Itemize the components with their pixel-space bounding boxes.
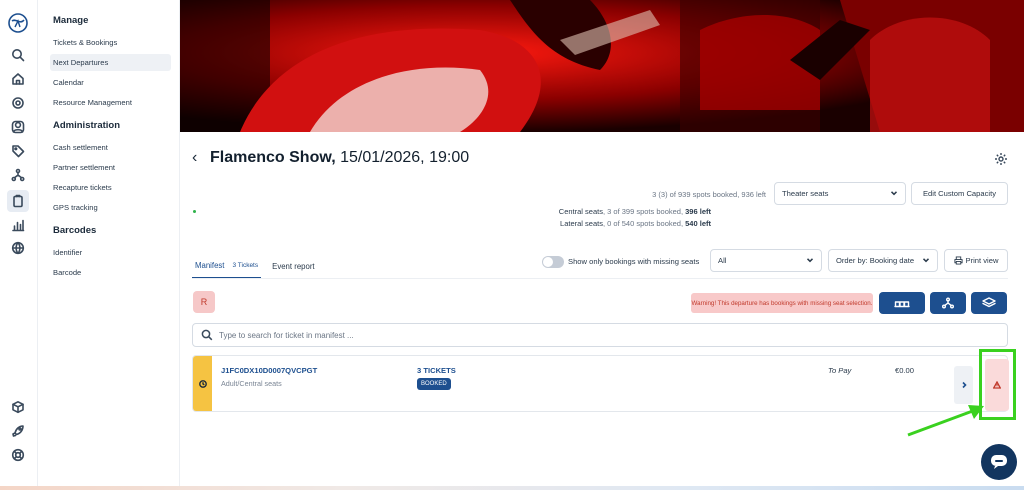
icon-rail bbox=[0, 0, 38, 490]
bottom-gradient-strip bbox=[0, 486, 1024, 490]
booking-description: Adult/Central seats bbox=[221, 379, 282, 388]
order-by-select[interactable]: Order by: Booking date bbox=[828, 249, 938, 272]
network-button[interactable] bbox=[930, 292, 966, 314]
manifest-search bbox=[192, 323, 1008, 347]
search-icon[interactable] bbox=[9, 46, 27, 64]
nav-item-barcode[interactable]: Barcode bbox=[50, 264, 171, 281]
box-icon[interactable] bbox=[9, 398, 27, 416]
missing-seats-toggle-label: Show only bookings with missing seats bbox=[568, 257, 700, 266]
edit-custom-capacity-button[interactable]: Edit Custom Capacity bbox=[911, 182, 1008, 205]
zone-central-name: Central seats bbox=[558, 207, 603, 216]
missing-seats-toggle[interactable] bbox=[542, 256, 564, 268]
clipboard-icon[interactable] bbox=[7, 190, 29, 212]
nav-item-calendar[interactable]: Calendar bbox=[50, 74, 171, 91]
search-icon bbox=[201, 329, 213, 341]
annotation-arrow bbox=[907, 405, 984, 437]
home-icon[interactable] bbox=[9, 70, 27, 88]
status-stripe bbox=[193, 356, 212, 411]
chat-launcher-button[interactable] bbox=[981, 444, 1017, 480]
missing-seats-warning: Warning! This departure has bookings wit… bbox=[691, 293, 873, 313]
page-title: Flamenco Show, 15/01/2026, 19:00 bbox=[210, 149, 469, 167]
zone-lateral-name: Lateral seats bbox=[560, 219, 603, 228]
booking-row[interactable]: J1FC0DX10D0007QVCPGT Adult/Central seats… bbox=[192, 355, 1009, 412]
chevron-down-icon bbox=[806, 256, 814, 264]
globe-icon[interactable] bbox=[9, 239, 27, 257]
nav-section-manage: Manage bbox=[53, 15, 89, 26]
status-badge: BOOKED bbox=[417, 378, 451, 390]
seat-map-select-value: Theater seats bbox=[782, 189, 829, 198]
gear-icon[interactable] bbox=[994, 152, 1008, 166]
page-header: ‹ Flamenco Show, 15/01/2026, 19:00 bbox=[192, 148, 469, 168]
nav-item-next-departures[interactable]: Next Departures bbox=[50, 54, 171, 71]
tab-manifest-count: 3 Tickets bbox=[232, 261, 259, 269]
toggle-knob bbox=[543, 257, 553, 267]
order-by-value: Order by: Booking date bbox=[836, 256, 915, 265]
chevron-down-icon bbox=[890, 189, 898, 197]
seat-map-select[interactable]: Theater seats bbox=[774, 182, 906, 205]
ticket-count[interactable]: 3 TICKETS bbox=[417, 366, 456, 375]
rocket-icon[interactable] bbox=[9, 422, 27, 440]
spots-summary: 3 (3) of 939 spots booked, 936 left bbox=[652, 190, 766, 199]
back-arrow-icon[interactable]: ‹ bbox=[192, 148, 204, 168]
page-title-event: Flamenco Show, bbox=[210, 149, 336, 166]
nav-section-administration: Administration bbox=[53, 120, 121, 131]
tab-manifest-label: Manifest bbox=[195, 260, 225, 270]
bar-chart-icon[interactable] bbox=[9, 216, 27, 234]
tag-icon[interactable] bbox=[9, 142, 27, 160]
status-filter-select[interactable]: All bbox=[710, 249, 822, 272]
clock-icon bbox=[198, 379, 207, 388]
zone-central-left: 396 left bbox=[685, 207, 711, 216]
status-filter-value: All bbox=[718, 256, 727, 265]
printer-icon bbox=[953, 256, 963, 265]
chat-icon bbox=[991, 455, 1007, 469]
status-dot bbox=[193, 210, 196, 213]
chevron-down-icon bbox=[922, 256, 930, 264]
booking-reference[interactable]: J1FC0DX10D0007QVCPGT bbox=[221, 366, 317, 375]
zone-lateral-seats: Lateral seats, 0 of 540 spots booked, 54… bbox=[560, 219, 711, 228]
payment-status: To Pay bbox=[828, 366, 852, 375]
nav-item-cash-settlement[interactable]: Cash settlement bbox=[50, 139, 171, 156]
nav-item-tickets-bookings[interactable]: Tickets & Bookings bbox=[50, 34, 171, 51]
nav-item-recapture-tickets[interactable]: Recapture tickets bbox=[50, 179, 171, 196]
zone-central-seats: Central seats, 3 of 399 spots booked, 39… bbox=[559, 207, 711, 216]
print-view-button[interactable]: Print view bbox=[944, 249, 1008, 272]
navigation-panel: Manage Tickets & Bookings Next Departure… bbox=[38, 0, 180, 490]
zone-central-booked: , 3 of 399 spots booked, bbox=[602, 207, 686, 216]
nav-item-resource-management[interactable]: Resource Management bbox=[50, 94, 171, 111]
layers-icon bbox=[982, 297, 996, 308]
tab-bar: Manifest 3 Tickets Event report bbox=[192, 253, 318, 279]
seats-icon bbox=[894, 301, 910, 308]
nav-item-identifier[interactable]: Identifier bbox=[50, 244, 171, 261]
layers-button[interactable] bbox=[971, 292, 1007, 314]
nav-section-barcodes: Barcodes bbox=[53, 225, 97, 236]
tab-divider bbox=[192, 278, 1008, 279]
seat-assignment-button[interactable] bbox=[879, 292, 925, 314]
app-logo-icon[interactable] bbox=[7, 12, 29, 34]
print-view-label: Print view bbox=[965, 256, 999, 265]
r-button[interactable]: R bbox=[193, 291, 215, 313]
network-icon bbox=[942, 297, 954, 309]
lifebuoy-icon[interactable] bbox=[9, 446, 27, 464]
nav-item-gps-tracking[interactable]: GPS tracking bbox=[50, 199, 171, 216]
zone-lateral-left: 540 left bbox=[685, 219, 711, 228]
tab-event-report[interactable]: Event report bbox=[269, 253, 317, 279]
chevron-right-icon bbox=[961, 381, 967, 389]
tab-manifest[interactable]: Manifest 3 Tickets bbox=[192, 253, 262, 279]
hero-image bbox=[180, 0, 1024, 132]
page-title-datetime: 15/01/2026, 19:00 bbox=[335, 149, 470, 166]
nav-item-partner-settlement[interactable]: Partner settlement bbox=[50, 159, 171, 176]
manifest-search-input[interactable] bbox=[219, 330, 919, 340]
zone-lateral-booked: , 0 of 540 spots booked, bbox=[602, 219, 686, 228]
network-icon[interactable] bbox=[9, 166, 27, 184]
booking-amount: €0.00 bbox=[895, 366, 915, 375]
user-icon[interactable] bbox=[9, 118, 27, 136]
settings-icon[interactable] bbox=[9, 94, 27, 112]
